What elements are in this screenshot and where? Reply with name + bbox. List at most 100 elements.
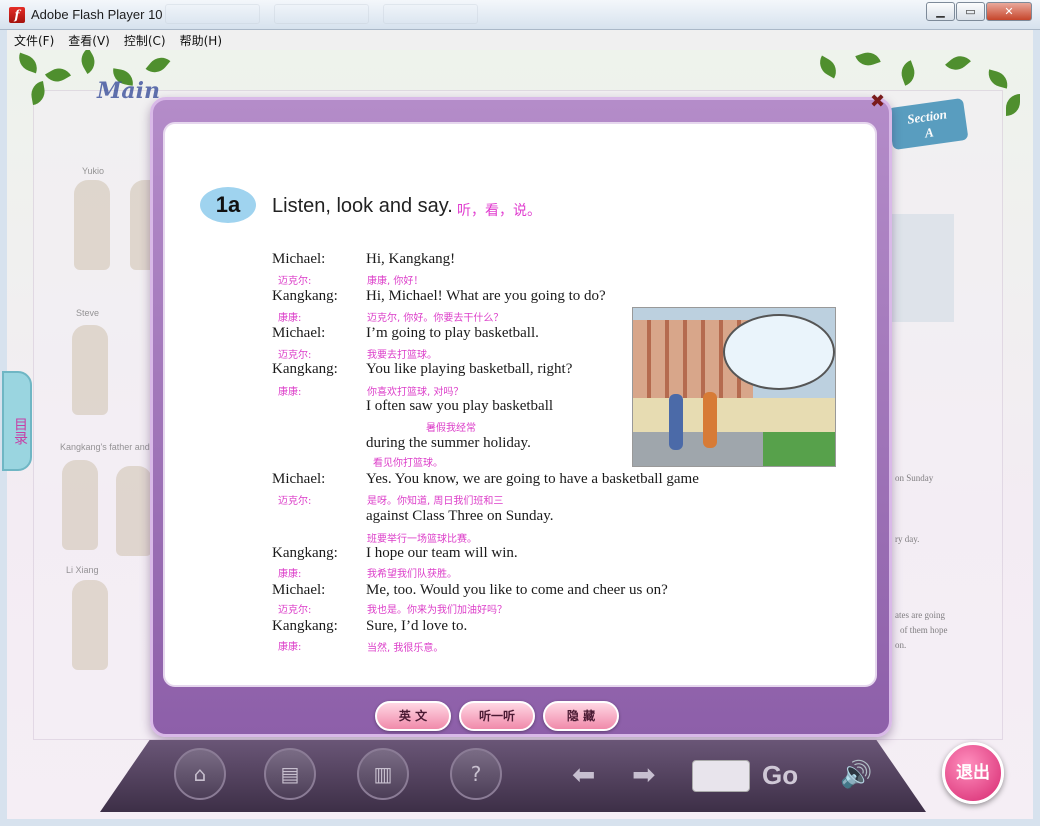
close-window-button[interactable]: ✕ [986, 2, 1032, 21]
background-name-label: Steve [76, 308, 100, 318]
basketball-illustration [632, 307, 836, 467]
leaf-icon [897, 60, 919, 86]
leaf-icon [1006, 94, 1020, 116]
background-note: ates are going [895, 610, 945, 620]
dialogue-line-cn: 你喜欢打篮球, 对吗？ [367, 387, 464, 398]
lesson-title: Listen, look and say. [272, 195, 453, 217]
speaker-name-cn: 康康: [278, 642, 302, 653]
contents-side-tab[interactable]: 目录 [2, 371, 32, 471]
thought-bubble [723, 314, 835, 390]
boy-figure [669, 394, 683, 450]
window-frame-right [1033, 30, 1040, 826]
dialogue-line-cn: 当然, 我很乐意。 [367, 643, 444, 654]
dialogue-line: I’m going to play basketball. [366, 325, 539, 341]
character-figure [72, 325, 108, 415]
exit-button[interactable]: 退出 [942, 742, 1004, 804]
speaker-name: Kangkang: [272, 618, 338, 634]
speaker-name-cn: 迈克尔: [278, 496, 312, 507]
home-icon[interactable]: ⌂ [174, 748, 226, 800]
dialogue-line: Sure, I’d love to. [366, 618, 468, 634]
dialogue-line: Me, too. Would you like to come and chee… [366, 582, 668, 598]
dialogue-line-cn: 我希望我们队获胜。 [367, 569, 457, 580]
dialogue-line: I hope our team will win. [366, 545, 518, 561]
leaf-icon [814, 55, 842, 79]
leaf-icon [855, 50, 881, 70]
background-picture [890, 214, 954, 322]
dialogue-line: Yes. You know, we are going to have a ba… [366, 471, 699, 487]
flash-player-icon: f [9, 7, 25, 23]
leaf-icon [76, 50, 100, 75]
dialogue-line-cn: 迈克尔, 你好。你要去干什么？ [367, 313, 504, 324]
speaker-name: Kangkang: [272, 545, 338, 561]
speaker-name-cn: 迈克尔: [278, 350, 312, 361]
background-note: of them hope [900, 625, 948, 635]
boy-figure [703, 392, 717, 448]
leaf-icon [29, 80, 47, 106]
window-frame-bottom [0, 819, 1040, 826]
character-figure [62, 460, 98, 550]
window-controls: ▁ ▭ ✕ [926, 2, 1032, 21]
court [633, 432, 763, 466]
background-note: on Sunday [895, 473, 934, 483]
ghost-tab [383, 4, 478, 24]
leaf-icon [985, 69, 1011, 89]
speaker-name-cn: 迈克尔: [278, 605, 312, 616]
speaker-name: Kangkang: [272, 361, 338, 377]
dialogue-line-cn: 我要去打篮球。 [367, 350, 437, 361]
dialogue-line-cn: 我也是。你来为我们加油好吗？ [367, 605, 507, 616]
minimize-button[interactable]: ▁ [926, 2, 955, 21]
leaf-icon [145, 52, 171, 78]
dialogue-line-cn: 班要举行一场篮球比赛。 [367, 534, 477, 545]
speaker-name-cn: 康康: [278, 569, 302, 580]
dialogue-line: against Class Three on Sunday. [366, 508, 554, 524]
grass [763, 432, 835, 466]
character-figure [116, 466, 152, 556]
leaf-icon [15, 52, 41, 74]
speaker-icon[interactable]: 🔊 [840, 760, 872, 790]
dialogue-line: You like playing basketball, right? [366, 361, 573, 377]
page-number-input[interactable] [692, 760, 750, 792]
leaf-icon [945, 50, 971, 76]
help-icon[interactable]: ? [450, 748, 502, 800]
background-name-label: Li Xiang [66, 565, 99, 575]
english-button[interactable]: 英 文 [375, 701, 451, 731]
dialogue-line-cn: 是呀。你知道, 周日我们班和三 [367, 496, 504, 507]
dialogue-line: Hi, Kangkang! [366, 251, 456, 267]
speaker-name: Michael: [272, 582, 326, 598]
next-page-icon[interactable]: ➡ [632, 758, 655, 791]
speaker-name-cn: 迈克尔: [278, 276, 312, 287]
menu-file[interactable]: 文件(F) [14, 32, 54, 49]
speaker-name-cn: 康康: [278, 313, 302, 324]
dialogue-line-cn: 暑假我经常 [426, 423, 476, 434]
background-note: ry day. [895, 534, 920, 544]
title-bar: f Adobe Flash Player 10 ▁ ▭ ✕ [0, 0, 1040, 30]
prev-page-icon[interactable]: ⬅ [572, 758, 595, 791]
menu-bar: 文件(F) 查看(V) 控制(C) 帮助(H) [7, 30, 1033, 50]
background-title: Main [97, 78, 160, 104]
menu-help[interactable]: 帮助(H) [180, 32, 222, 49]
dialogue-line: I often saw you play basketball [366, 398, 554, 414]
ghost-tab [165, 4, 260, 24]
character-figure [74, 180, 110, 270]
background-name-label: Yukio [82, 166, 105, 176]
menu-control[interactable]: 控制(C) [124, 32, 166, 49]
hide-button[interactable]: 隐 藏 [543, 701, 619, 731]
background-note: on. [895, 640, 907, 650]
listen-button[interactable]: 听一听 [459, 701, 535, 731]
notes-icon[interactable]: ▤ [264, 748, 316, 800]
speaker-name: Michael: [272, 251, 326, 267]
menu-view[interactable]: 查看(V) [68, 32, 110, 49]
window-title: Adobe Flash Player 10 [31, 7, 163, 22]
leaf-icon [44, 63, 72, 87]
speaker-name-cn: 康康: [278, 387, 302, 398]
lesson-title-cn: 听，看，说。 [457, 203, 541, 219]
close-icon[interactable]: ✖ [870, 91, 885, 112]
book-icon[interactable]: ▥ [357, 748, 409, 800]
lesson-badge: 1a [200, 187, 256, 223]
go-button[interactable]: Go [762, 760, 798, 791]
dialogue-line: during the summer holiday. [366, 435, 531, 451]
background-tabs [165, 4, 478, 26]
speaker-name: Michael: [272, 325, 326, 341]
maximize-button[interactable]: ▭ [956, 2, 985, 21]
speaker-name: Kangkang: [272, 288, 338, 304]
